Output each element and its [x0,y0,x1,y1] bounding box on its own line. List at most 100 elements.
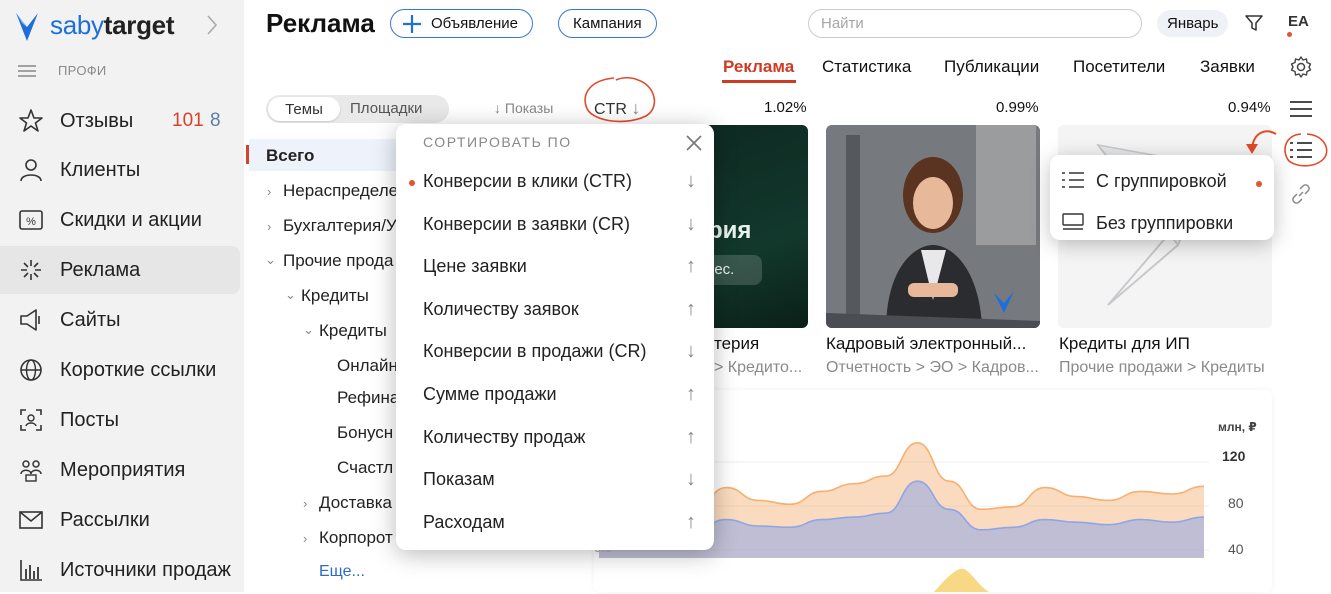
sort-option-label: Сумме продажи [423,384,557,404]
new-ad-button[interactable]: Объявление [390,9,533,38]
sidebar-item-reviews[interactable]: Отзывы 101 8 [0,97,240,145]
clients-icon [20,159,42,182]
card-title[interactable]: Кредиты для ИП [1059,334,1273,354]
sidebar-item-sites[interactable]: Сайты [0,296,240,344]
close-icon[interactable] [686,135,702,151]
card-image[interactable]: рия мес. [700,125,808,328]
arrow-up-icon: ↑ [686,297,696,320]
sort-option-label: Количеству продаж [423,426,586,447]
arrow-up-icon: ↑ [686,383,696,405]
tab-publications[interactable]: Публикации [944,57,1039,77]
tree-item[interactable]: Бонусн [337,423,393,443]
chevron-right-icon[interactable] [206,14,218,36]
chevron-right-icon[interactable]: › [303,531,307,546]
new-ad-label: Объявление [431,15,518,32]
link-icon[interactable] [1291,184,1311,204]
card-subtitle: > Кредито... [714,359,803,376]
sort-option[interactable]: Показам ↓ [396,459,714,501]
sort-option-label: Количеству заявок [423,298,579,319]
sort-option[interactable]: Количеству заявок ↑ [396,289,714,331]
sidebar-item-label: Сайты [60,308,121,331]
sidebar-item-short-links[interactable]: Короткие ссылки [0,346,240,394]
sort-option[interactable]: Сумме продажи ↑ [396,374,714,416]
sort-option-label: Конверсии в клики (CTR) [423,171,633,191]
hamburger-icon[interactable] [18,64,36,77]
sort-popup: СОРТИРОВАТЬ ПО Конверсии в клики (CTR) ↓ К… [396,124,714,550]
notification-dot [1287,32,1292,37]
sidebar-item-label: Посты [60,408,120,431]
chevron-down-icon[interactable]: ⌄ [303,322,314,338]
chevron-down-icon[interactable]: ⌄ [285,287,296,303]
tree-item[interactable]: Кредиты [301,286,369,306]
card-title[interactable]: Кадровый электронный... [826,334,1040,354]
card-subtitle: Отчетность > ЭО > Кадров... [826,359,1039,376]
tree-item[interactable]: Онлайн [337,356,398,376]
tree-item[interactable]: Бухгалтерия/У [283,216,397,236]
chevron-right-icon[interactable]: › [267,184,271,199]
y-tick-label: 120 [1222,448,1246,464]
tree-item[interactable]: Корпорот [319,528,393,548]
tab-active-underline [722,80,796,83]
tree-item[interactable]: Прочие прода [283,251,393,271]
card-ctr: 1.02% [764,99,807,116]
logo[interactable]: sabytarget [14,10,174,41]
themes-platforms-switch[interactable]: Темы Площадки [266,95,449,123]
card-ctr: 0.94% [1228,99,1271,116]
menu-lines-icon[interactable] [1290,101,1312,117]
tree-more-link[interactable]: Еще... [319,563,365,581]
sidebar-item-sales-sources[interactable]: Источники продаж [0,546,240,594]
arrow-up-icon: ↑ [686,425,696,448]
sidebar-item-discounts[interactable]: % Скидки и акции [0,196,240,244]
option-without-grouping[interactable]: Без группировки [1050,201,1274,239]
option-with-grouping[interactable]: С группировкой [1050,159,1274,197]
settings-gear-icon[interactable] [1289,55,1313,79]
switch-platforms[interactable]: Площадки [350,100,422,117]
sort-option[interactable]: Расходам ↑ [396,502,714,544]
sort-option[interactable]: Конверсии в продажи (CR) ↓ [396,331,714,373]
sidebar-item-ads[interactable]: Реклама [0,246,240,294]
tree-item[interactable]: Доставка [319,493,392,513]
list-group-icon[interactable] [1290,141,1312,159]
card-title[interactable]: терия [714,334,808,354]
y-tick-label: 40 [1228,541,1244,557]
switch-themes[interactable]: Темы [268,97,340,121]
search-input[interactable] [808,9,1142,38]
chevron-right-icon[interactable]: › [267,219,271,234]
sort-shows[interactable]: ↓ Показы [494,100,553,116]
month-selector[interactable]: Январь [1157,10,1229,37]
ads-icon [21,260,41,280]
tree-item-all[interactable]: Всего [266,146,314,166]
sort-option[interactable]: Цене заявки ↑ [396,246,714,288]
sidebar-item-posts[interactable]: Посты [0,396,240,444]
tree-item[interactable]: Кредиты [319,321,387,341]
card-image[interactable] [826,125,1040,328]
tree-item[interactable]: Нераспределе [283,181,398,201]
sidebar-item-events[interactable]: Мероприятия [0,446,240,494]
sidebar-item-mailings[interactable]: Рассылки [0,496,240,544]
sidebar-item-label: Источники продаж [60,558,231,581]
tab-ads[interactable]: Реклама [723,57,794,77]
filter-icon[interactable] [1244,13,1264,33]
chevron-right-icon[interactable]: › [303,496,307,511]
arrow-down-icon: ↓ [686,170,696,192]
tab-visitors[interactable]: Посетители [1073,57,1165,77]
tree-item[interactable]: Рефина [337,388,399,408]
sidebar-item-clients[interactable]: Клиенты [0,146,240,194]
campaign-label: Кампания [573,15,642,32]
chevron-down-icon[interactable]: ⌄ [265,252,276,268]
option-label: С группировкой [1096,171,1227,191]
tab-statistics[interactable]: Статистика [822,57,911,77]
chart-bars-icon [20,560,42,581]
sort-option[interactable]: Количеству продаж ↑ [396,417,714,459]
campaign-button[interactable]: Кампания [558,9,657,38]
tab-requests[interactable]: Заявки [1200,57,1255,77]
discount-icon: % [19,210,43,230]
sort-option[interactable]: Конверсии в заявки (CR) ↓ [396,204,714,246]
arrow-down-icon: ↓ [686,212,696,235]
sidebar-item-label: Клиенты [60,158,141,181]
user-avatar[interactable]: ЕА [1288,13,1309,30]
logo-text: sabytarget [50,10,175,40]
sort-option[interactable]: Конверсии в клики (CTR) ↓ [396,161,714,203]
tree-item[interactable]: Счастл [337,458,393,478]
plus-icon [403,14,421,33]
